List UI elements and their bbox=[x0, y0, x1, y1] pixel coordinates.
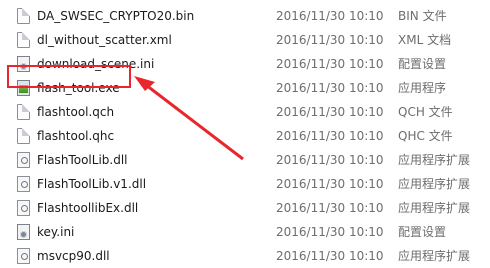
file-modified-date: 2016/11/30 10:10 bbox=[276, 129, 384, 143]
file-modified-date: 2016/11/30 10:10 bbox=[276, 33, 384, 47]
dll-file-icon bbox=[17, 176, 30, 192]
file-modified-date: 2016/11/30 10:10 bbox=[276, 105, 384, 119]
file-modified-date: 2016/11/30 10:10 bbox=[276, 225, 384, 239]
file-row[interactable]: flashtool.qhc 2016/11/30 10:10 QHC 文件 bbox=[0, 124, 490, 148]
file-modified-date: 2016/11/30 10:10 bbox=[276, 153, 384, 167]
file-name[interactable]: key.ini bbox=[37, 220, 74, 244]
file-type: XML 文档 bbox=[398, 33, 452, 47]
file-modified-date: 2016/11/30 10:10 bbox=[276, 9, 384, 23]
file-icon bbox=[17, 104, 30, 120]
highlight-box bbox=[7, 65, 131, 88]
file-row[interactable]: FlashtoollibEx.dll 2016/11/30 10:10 应用程序扩展 bbox=[0, 196, 490, 220]
file-row[interactable]: msvcp90.dll 2016/11/30 10:10 应用程序扩展 bbox=[0, 244, 490, 268]
file-name[interactable]: DA_SWSEC_CRYPTO20.bin bbox=[37, 4, 194, 28]
file-list: DA_SWSEC_CRYPTO20.bin 2016/11/30 10:10 BIN… bbox=[0, 0, 490, 264]
file-row[interactable]: FlashToolLib.v1.dll 2016/11/30 10:10 应用程序扩… bbox=[0, 172, 490, 196]
dll-file-icon bbox=[17, 200, 30, 216]
file-type: QCH 文件 bbox=[398, 105, 453, 119]
file-icon bbox=[17, 128, 30, 144]
file-row[interactable]: dl_without_scatter.xml 2016/11/30 10:10 XM… bbox=[0, 28, 490, 52]
file-modified-date: 2016/11/30 10:10 bbox=[276, 177, 384, 191]
file-modified-date: 2016/11/30 10:10 bbox=[276, 249, 384, 263]
settings-file-icon bbox=[17, 224, 30, 240]
file-name[interactable]: dl_without_scatter.xml bbox=[37, 28, 172, 52]
xml-file-icon bbox=[17, 32, 30, 48]
file-type: 配置设置 bbox=[398, 57, 447, 71]
file-modified-date: 2016/11/30 10:10 bbox=[276, 57, 384, 71]
file-type: 应用程序扩展 bbox=[398, 201, 471, 215]
file-name[interactable]: FlashtoollibEx.dll bbox=[37, 196, 138, 220]
file-modified-date: 2016/11/30 10:10 bbox=[276, 81, 384, 95]
file-type: 配置设置 bbox=[398, 225, 447, 239]
file-name[interactable]: flashtool.qch bbox=[37, 100, 114, 124]
dll-file-icon bbox=[17, 248, 30, 264]
file-name[interactable]: flashtool.qhc bbox=[37, 124, 114, 148]
file-row[interactable]: flashtool.qch 2016/11/30 10:10 QCH 文件 bbox=[0, 100, 490, 124]
file-type: 应用程序扩展 bbox=[398, 249, 471, 263]
file-name[interactable]: FlashToolLib.v1.dll bbox=[37, 172, 146, 196]
file-name[interactable]: FlashToolLib.dll bbox=[37, 148, 128, 172]
file-type: BIN 文件 bbox=[398, 9, 447, 23]
dll-file-icon bbox=[17, 152, 30, 168]
file-type: 应用程序扩展 bbox=[398, 177, 471, 191]
file-row[interactable]: FlashToolLib.dll 2016/11/30 10:10 应用程序扩展 bbox=[0, 148, 490, 172]
file-modified-date: 2016/11/30 10:10 bbox=[276, 201, 384, 215]
file-icon bbox=[17, 8, 30, 24]
file-name[interactable]: msvcp90.dll bbox=[37, 244, 110, 268]
file-row[interactable]: key.ini 2016/11/30 10:10 配置设置 bbox=[0, 220, 490, 244]
file-type: 应用程序 bbox=[398, 81, 447, 95]
file-row[interactable]: DA_SWSEC_CRYPTO20.bin 2016/11/30 10:10 BIN… bbox=[0, 4, 490, 28]
file-type: 应用程序扩展 bbox=[398, 153, 471, 167]
file-type: QHC 文件 bbox=[398, 129, 453, 143]
